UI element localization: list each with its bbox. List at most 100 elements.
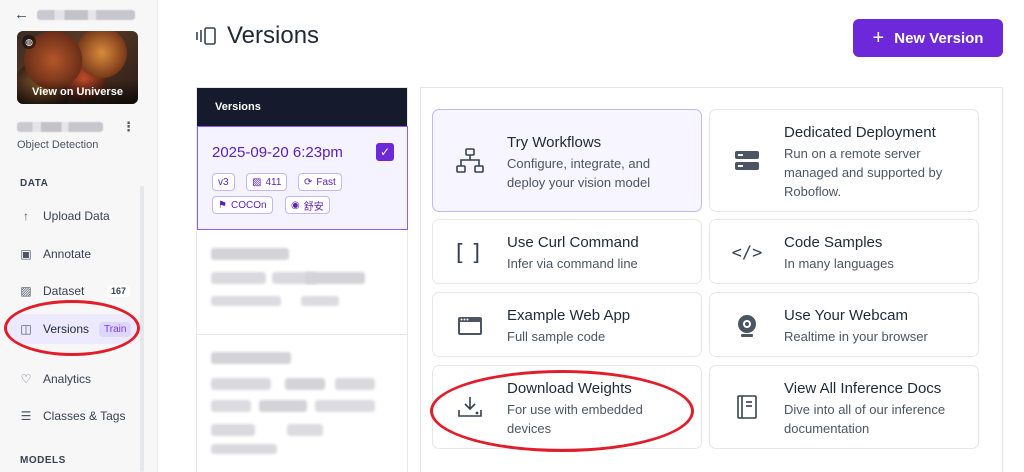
browser-icon xyxy=(455,311,485,341)
book-icon xyxy=(732,392,762,422)
back-arrow-icon[interactable]: ← xyxy=(14,6,29,23)
version-date: 2025-09-20 6:23pm xyxy=(212,144,343,161)
list-icon: ☰ xyxy=(20,409,32,423)
checkpoint-tag-label: COCOn xyxy=(230,199,267,211)
card-dedicated-deployment[interactable]: Dedicated Deployment Run on a remote ser… xyxy=(709,109,979,212)
project-name-blurred xyxy=(17,122,103,132)
image-icon: ▨ xyxy=(20,284,32,298)
version-divider xyxy=(197,334,408,335)
card-download-weights[interactable]: Download Weights For use with embedded d… xyxy=(432,365,702,449)
blurred-text xyxy=(211,400,251,412)
sidebar-item-upload-data[interactable]: ↑ Upload Data xyxy=(8,201,136,231)
analytics-icon: ♡ xyxy=(20,372,32,386)
version-card-selected[interactable]: 2025-09-20 6:23pm ✓ v3 ▨ 411 ⟳ Fast ⚑ CO… xyxy=(197,126,408,230)
speed-tag: ⟳ Fast xyxy=(298,173,342,191)
speed-icon: ⟳ xyxy=(304,176,313,188)
card-description: Full sample code xyxy=(507,329,606,344)
card-description: Realtime in your browser xyxy=(784,329,928,344)
blurred-text xyxy=(211,248,289,260)
card-title: Dedicated Deployment xyxy=(784,124,936,141)
sidebar-scrollbar[interactable] xyxy=(140,186,144,472)
card-description: For use with embedded devices xyxy=(507,402,643,436)
project-type: Object Detection xyxy=(17,139,99,151)
card-description: Configure, integrate, and deploy your vi… xyxy=(507,156,651,190)
new-version-label: New Version xyxy=(894,29,984,47)
checkpoint-tag: ⚑ COCOn xyxy=(212,196,273,214)
blurred-text xyxy=(285,378,325,390)
version-tag-label: v3 xyxy=(218,176,229,188)
upload-icon: ↑ xyxy=(23,209,29,223)
download-icon xyxy=(455,392,485,422)
sidebar-item-annotate[interactable]: ▣ Annotate xyxy=(8,239,136,269)
sidebar-item-versions[interactable]: ◫ Versions Train xyxy=(8,314,136,344)
card-description: Dive into all of our inference documenta… xyxy=(784,402,946,436)
card-title: Example Web App xyxy=(507,307,631,324)
dataset-count-badge: 167 xyxy=(106,285,130,297)
user-icon: ◉ xyxy=(291,199,300,211)
blurred-text xyxy=(211,296,281,306)
author-tag-label: 舒安 xyxy=(303,201,324,213)
back-row: ← xyxy=(14,6,135,23)
sidebar: ← ◍ View on Universe ⋮ Object Detection … xyxy=(0,0,158,472)
code-icon: </> xyxy=(731,243,763,263)
speed-tag-label: Fast xyxy=(316,176,336,188)
blurred-text xyxy=(335,378,375,390)
sidebar-item-label: Upload Data xyxy=(43,209,110,223)
card-code-samples[interactable]: </> Code Samples In many languages xyxy=(709,219,979,284)
card-try-workflows[interactable]: Try Workflows Configure, integrate, and … xyxy=(432,109,702,212)
workflow-icon xyxy=(455,146,485,176)
section-title-data: DATA xyxy=(20,178,49,189)
author-tag: ◉ 舒安 xyxy=(285,196,330,214)
sidebar-item-label: Dataset xyxy=(43,284,85,298)
card-title: Use Curl Command xyxy=(507,234,639,251)
card-title: Code Samples xyxy=(784,234,883,251)
card-example-web-app[interactable]: Example Web App Full sample code xyxy=(432,292,702,357)
card-view-all-inference-docs[interactable]: View All Inference Docs Dive into all of… xyxy=(709,365,979,449)
page-title: Versions xyxy=(227,22,320,49)
versions-icon xyxy=(196,27,216,45)
card-description: In many languages xyxy=(784,256,894,271)
section-title-models: MODELS xyxy=(20,455,66,466)
workspace-name-blurred xyxy=(37,9,135,20)
plus-icon: + xyxy=(872,26,885,49)
blurred-text xyxy=(211,378,271,390)
versions-panel-heading: Versions xyxy=(197,88,407,126)
sidebar-item-classes-tags[interactable]: ☰ Classes & Tags xyxy=(8,401,136,431)
globe-icon: ◍ xyxy=(22,35,36,49)
card-title: Use Your Webcam xyxy=(784,307,908,324)
card-title: View All Inference Docs xyxy=(784,380,942,397)
sidebar-item-label: Analytics xyxy=(43,372,92,386)
new-version-button[interactable]: + New Version xyxy=(853,19,1003,57)
blurred-text xyxy=(301,296,339,306)
blurred-text xyxy=(305,272,365,284)
blurred-text xyxy=(211,272,266,284)
kebab-menu-icon[interactable]: ⋮ xyxy=(122,119,135,135)
image-icon: ▨ xyxy=(252,176,262,188)
train-badge: Train xyxy=(99,321,132,337)
deploy-panel: Try Workflows Configure, integrate, and … xyxy=(420,87,1003,472)
card-title: Try Workflows xyxy=(507,134,602,151)
card-use-curl-command[interactable]: [] Use Curl Command Infer via command li… xyxy=(432,219,702,284)
sidebar-item-dataset[interactable]: ▨ Dataset 167 xyxy=(8,276,136,306)
blurred-text xyxy=(287,424,323,436)
server-icon xyxy=(732,146,762,176)
view-on-universe-label: View on Universe xyxy=(17,80,138,104)
blurred-text xyxy=(259,400,307,412)
blurred-text xyxy=(211,444,277,454)
webcam-icon xyxy=(732,311,762,341)
project-thumbnail[interactable]: ◍ View on Universe xyxy=(17,31,138,104)
brackets-icon: [] xyxy=(452,240,488,266)
sidebar-item-analytics[interactable]: ♡ Analytics xyxy=(8,364,136,394)
sidebar-item-label: Versions xyxy=(43,322,90,336)
project-name-row: ⋮ xyxy=(17,119,135,135)
card-use-your-webcam[interactable]: Use Your Webcam Realtime in your browser xyxy=(709,292,979,357)
annotate-icon: ▣ xyxy=(20,247,32,261)
flag-icon: ⚑ xyxy=(218,199,227,211)
check-icon[interactable]: ✓ xyxy=(376,143,394,161)
page-header: Versions xyxy=(195,22,319,50)
card-title: Download Weights xyxy=(507,380,632,397)
images-tag-label: 411 xyxy=(265,176,282,188)
card-description: Run on a remote server managed and suppo… xyxy=(784,146,943,199)
version-tag: v3 xyxy=(212,173,235,191)
sidebar-item-label: Annotate xyxy=(43,247,92,261)
